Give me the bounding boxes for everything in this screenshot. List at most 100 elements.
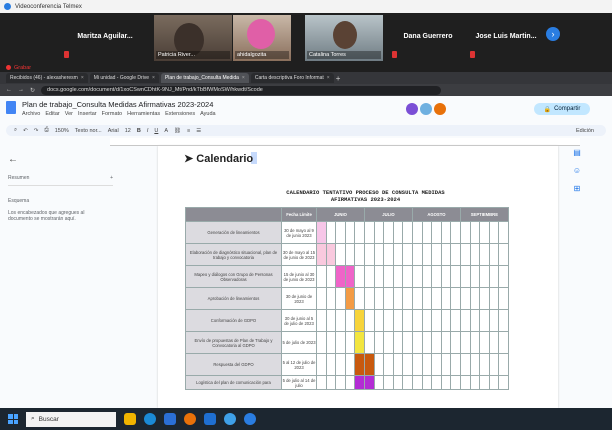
list-icon[interactable]: ☰	[196, 128, 201, 134]
timeline-cell[interactable]	[363, 309, 375, 332]
timeline-cell[interactable]	[316, 353, 327, 376]
timeline-cell[interactable]	[469, 375, 481, 390]
timeline-cell[interactable]	[335, 265, 346, 288]
timeline-cell[interactable]	[479, 331, 490, 354]
timeline-cell[interactable]	[431, 265, 442, 288]
timeline-cell[interactable]	[421, 265, 433, 288]
timeline-cell[interactable]	[440, 331, 452, 354]
menu-insertar[interactable]: Insertar	[78, 111, 97, 117]
timeline-cell[interactable]	[316, 221, 327, 244]
store-icon[interactable]	[164, 413, 176, 425]
record-icon[interactable]	[6, 65, 11, 70]
avatar[interactable]	[406, 103, 418, 115]
timeline-cell[interactable]	[402, 287, 413, 310]
timeline-cell[interactable]	[450, 243, 461, 266]
timeline-cell[interactable]	[488, 375, 500, 390]
date-cell[interactable]: 30 de mayo al 15 de junio de 2023	[281, 243, 317, 266]
timeline-cell[interactable]	[316, 243, 327, 266]
timeline-cell[interactable]	[440, 243, 452, 266]
bold-icon[interactable]: B	[137, 128, 141, 134]
timeline-cell[interactable]	[459, 331, 471, 354]
timeline-cell[interactable]	[498, 331, 509, 354]
timeline-cell[interactable]	[335, 243, 346, 266]
timeline-cell[interactable]	[344, 353, 356, 376]
timeline-cell[interactable]	[402, 331, 413, 354]
videoconference-icon[interactable]	[244, 413, 256, 425]
timeline-cell[interactable]	[411, 375, 423, 390]
timeline-cell[interactable]	[411, 353, 423, 376]
recording-label[interactable]: Grabar	[14, 65, 31, 71]
timeline-cell[interactable]	[392, 309, 404, 332]
menu-formato[interactable]: Formato	[102, 111, 122, 117]
timeline-cell[interactable]	[469, 265, 481, 288]
timeline-cell[interactable]	[488, 353, 500, 376]
timeline-cell[interactable]	[421, 287, 433, 310]
undo-icon[interactable]: ↶	[23, 128, 28, 134]
timeline-cell[interactable]	[402, 265, 413, 288]
italic-icon[interactable]: I	[147, 128, 149, 134]
zoom-select[interactable]: 150%	[55, 128, 69, 134]
timeline-cell[interactable]	[344, 309, 356, 332]
activity-cell[interactable]: Logística del plan de comunicación para	[185, 375, 282, 390]
date-cell[interactable]: 5 de julio al 14 de julio	[281, 375, 317, 390]
explorer-icon[interactable]	[124, 413, 136, 425]
timeline-cell[interactable]	[450, 221, 461, 244]
date-cell[interactable]: 30 de junio al 5 de julio de 2023	[281, 309, 317, 332]
timeline-cell[interactable]	[469, 353, 481, 376]
activity-cell[interactable]: Conformación de GDPO	[185, 309, 282, 332]
timeline-cell[interactable]	[335, 353, 346, 376]
text-color-icon[interactable]: A	[164, 128, 168, 134]
timeline-cell[interactable]	[373, 331, 385, 354]
timeline-cell[interactable]	[325, 375, 337, 390]
date-cell[interactable]: 5 al 12 de julio de 2023	[281, 353, 317, 376]
font-size-field[interactable]: 12	[125, 128, 131, 134]
timeline-cell[interactable]	[469, 331, 481, 354]
timeline-cell[interactable]	[363, 287, 375, 310]
timeline-cell[interactable]	[383, 265, 394, 288]
timeline-cell[interactable]	[459, 309, 471, 332]
avatar[interactable]	[434, 103, 446, 115]
timeline-cell[interactable]	[440, 265, 452, 288]
url-field[interactable]: docs.google.com/document/d/1xoCSwnCDhtK-…	[41, 85, 442, 95]
timeline-cell[interactable]	[383, 243, 394, 266]
timeline-cell[interactable]	[411, 243, 423, 266]
timeline-cell[interactable]	[402, 353, 413, 376]
timeline-cell[interactable]	[373, 287, 385, 310]
timeline-cell[interactable]	[373, 221, 385, 244]
timeline-cell[interactable]	[373, 353, 385, 376]
timeline-cell[interactable]	[373, 243, 385, 266]
new-tab-icon[interactable]: +	[336, 74, 341, 83]
timeline-cell[interactable]	[411, 287, 423, 310]
timeline-cell[interactable]	[459, 375, 471, 390]
close-icon[interactable]: ×	[327, 75, 330, 81]
menu-herramientas[interactable]: Herramientas	[127, 111, 160, 117]
timeline-cell[interactable]	[335, 375, 346, 390]
participant-tile[interactable]: Dana Guerrero	[388, 15, 468, 61]
timeline-cell[interactable]	[363, 221, 375, 244]
date-cell[interactable]: 5 de julio de 2023	[281, 331, 317, 354]
timeline-cell[interactable]	[383, 309, 394, 332]
close-icon[interactable]: ×	[152, 75, 155, 81]
timeline-cell[interactable]	[383, 221, 394, 244]
timeline-cell[interactable]	[498, 353, 509, 376]
close-icon[interactable]: ×	[242, 75, 245, 81]
timeline-cell[interactable]	[450, 375, 461, 390]
timeline-cell[interactable]	[488, 287, 500, 310]
timeline-cell[interactable]	[354, 375, 365, 390]
section-heading[interactable]: ➤ Calendario	[184, 152, 253, 165]
timeline-cell[interactable]	[479, 221, 490, 244]
timeline-cell[interactable]	[402, 309, 413, 332]
participant-video[interactable]: Catalina Torres	[305, 15, 383, 61]
timeline-cell[interactable]	[411, 265, 423, 288]
timeline-cell[interactable]	[402, 375, 413, 390]
timeline-cell[interactable]	[344, 287, 356, 310]
timeline-cell[interactable]	[344, 243, 356, 266]
ruler[interactable]	[110, 138, 580, 146]
menu-editar[interactable]: Editar	[45, 111, 59, 117]
timeline-cell[interactable]	[373, 309, 385, 332]
timeline-cell[interactable]	[325, 221, 337, 244]
timeline-cell[interactable]	[479, 265, 490, 288]
date-cell[interactable]: 30 de junio de 2023	[281, 287, 317, 310]
timeline-cell[interactable]	[354, 243, 365, 266]
taskbar-search[interactable]: ⌕ Buscar	[26, 411, 116, 427]
